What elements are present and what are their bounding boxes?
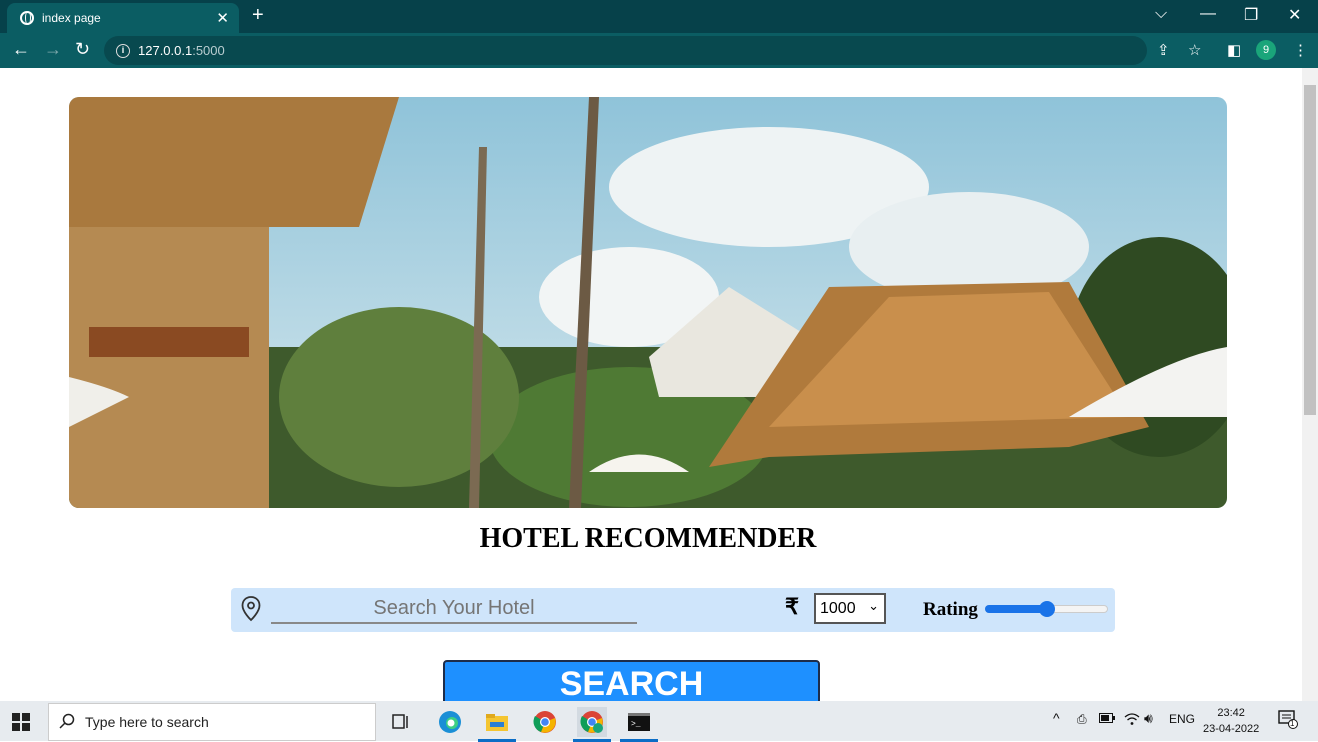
search-panel: ₹ 1000 ⌄ Rating: [231, 588, 1115, 632]
terminal-icon[interactable]: >_: [620, 707, 658, 742]
url-port: :5000: [192, 43, 225, 58]
restore-icon[interactable]: ❐: [1244, 5, 1258, 25]
chevron-up-icon[interactable]: ^: [1053, 710, 1060, 726]
share-icon[interactable]: ⇪: [1157, 41, 1170, 59]
info-icon[interactable]: i: [116, 43, 130, 58]
address-toolbar: ← → ↻ i 127.0.0.1:5000 ⇪ ☆ ◧ 9 ⋮: [0, 33, 1318, 68]
taskbar-search[interactable]: Type here to search: [48, 703, 376, 741]
search-icon: [59, 713, 75, 732]
price-selected-value: 1000: [820, 599, 856, 617]
url-host: 127.0.0.1: [138, 43, 193, 58]
clock-time: 23:42: [1217, 707, 1245, 719]
profile-avatar[interactable]: 9: [1256, 40, 1276, 60]
browser-tab-bar: index page ✕ + ⌵ — ❐ ✕: [0, 0, 1318, 33]
svg-text:>_: >_: [631, 720, 641, 729]
rating-label: Rating: [923, 599, 978, 620]
chrome-profile-icon[interactable]: [573, 707, 611, 742]
price-select[interactable]: 1000 ⌄: [814, 593, 886, 624]
url-bar[interactable]: i 127.0.0.1:5000: [104, 36, 1147, 65]
task-view-icon[interactable]: [386, 707, 416, 737]
clock[interactable]: 23:42 23-04-2022: [1203, 705, 1259, 737]
wifi-icon[interactable]: [1124, 712, 1140, 729]
volume-icon[interactable]: 🔊︎: [1144, 710, 1153, 727]
chevron-down-icon[interactable]: ⌵: [1155, 5, 1167, 23]
forward-icon[interactable]: →: [44, 39, 62, 60]
back-icon[interactable]: ←: [12, 39, 30, 60]
new-tab-icon[interactable]: +: [252, 4, 264, 27]
side-panel-icon[interactable]: ◧: [1227, 41, 1241, 59]
close-window-icon[interactable]: ✕: [1288, 5, 1301, 25]
rating-slider-handle[interactable]: [1038, 601, 1055, 617]
notification-count: 1: [1290, 719, 1295, 728]
location-pin-icon: [241, 596, 261, 627]
minimize-icon[interactable]: —: [1200, 5, 1216, 23]
windows-start-icon[interactable]: [12, 713, 30, 736]
rating-slider[interactable]: [985, 601, 1108, 617]
globe-icon: [20, 11, 34, 25]
file-explorer-icon[interactable]: [478, 707, 516, 742]
notification-icon[interactable]: 1: [1278, 709, 1298, 732]
scrollbar-thumb[interactable]: [1304, 85, 1316, 415]
meet-icon[interactable]: ⎙: [1077, 712, 1087, 727]
browser-tab[interactable]: index page ✕: [7, 3, 239, 33]
hero-image: [69, 97, 1227, 508]
page-viewport: HOTEL RECOMMENDER ₹ 1000 ⌄ Rating SEARCH: [0, 68, 1302, 701]
battery-icon[interactable]: [1099, 712, 1115, 726]
taskbar: Type here to search >_ ^ ⎙ 🔊︎ ENG 23:42 …: [0, 701, 1318, 742]
vertical-scrollbar[interactable]: [1302, 68, 1318, 701]
language-indicator[interactable]: ENG: [1169, 712, 1195, 726]
resort-photo: [69, 97, 1227, 508]
currency-symbol: ₹: [785, 594, 799, 619]
menu-icon[interactable]: ⋮: [1293, 41, 1308, 59]
taskbar-search-placeholder: Type here to search: [85, 714, 209, 730]
hotel-search-input[interactable]: [271, 594, 637, 624]
search-button[interactable]: SEARCH: [443, 660, 820, 701]
chevron-down-icon: ⌄: [868, 598, 879, 613]
clock-date: 23-04-2022: [1203, 723, 1260, 735]
page-title: HOTEL RECOMMENDER: [479, 523, 817, 554]
close-tab-icon[interactable]: ✕: [216, 9, 229, 27]
chrome-icon[interactable]: [530, 707, 560, 737]
rating-slider-fill: [985, 605, 1047, 613]
edge-icon[interactable]: [435, 707, 465, 737]
star-icon[interactable]: ☆: [1188, 41, 1201, 59]
tab-title: index page: [42, 11, 101, 25]
reload-icon[interactable]: ↻: [75, 39, 90, 60]
